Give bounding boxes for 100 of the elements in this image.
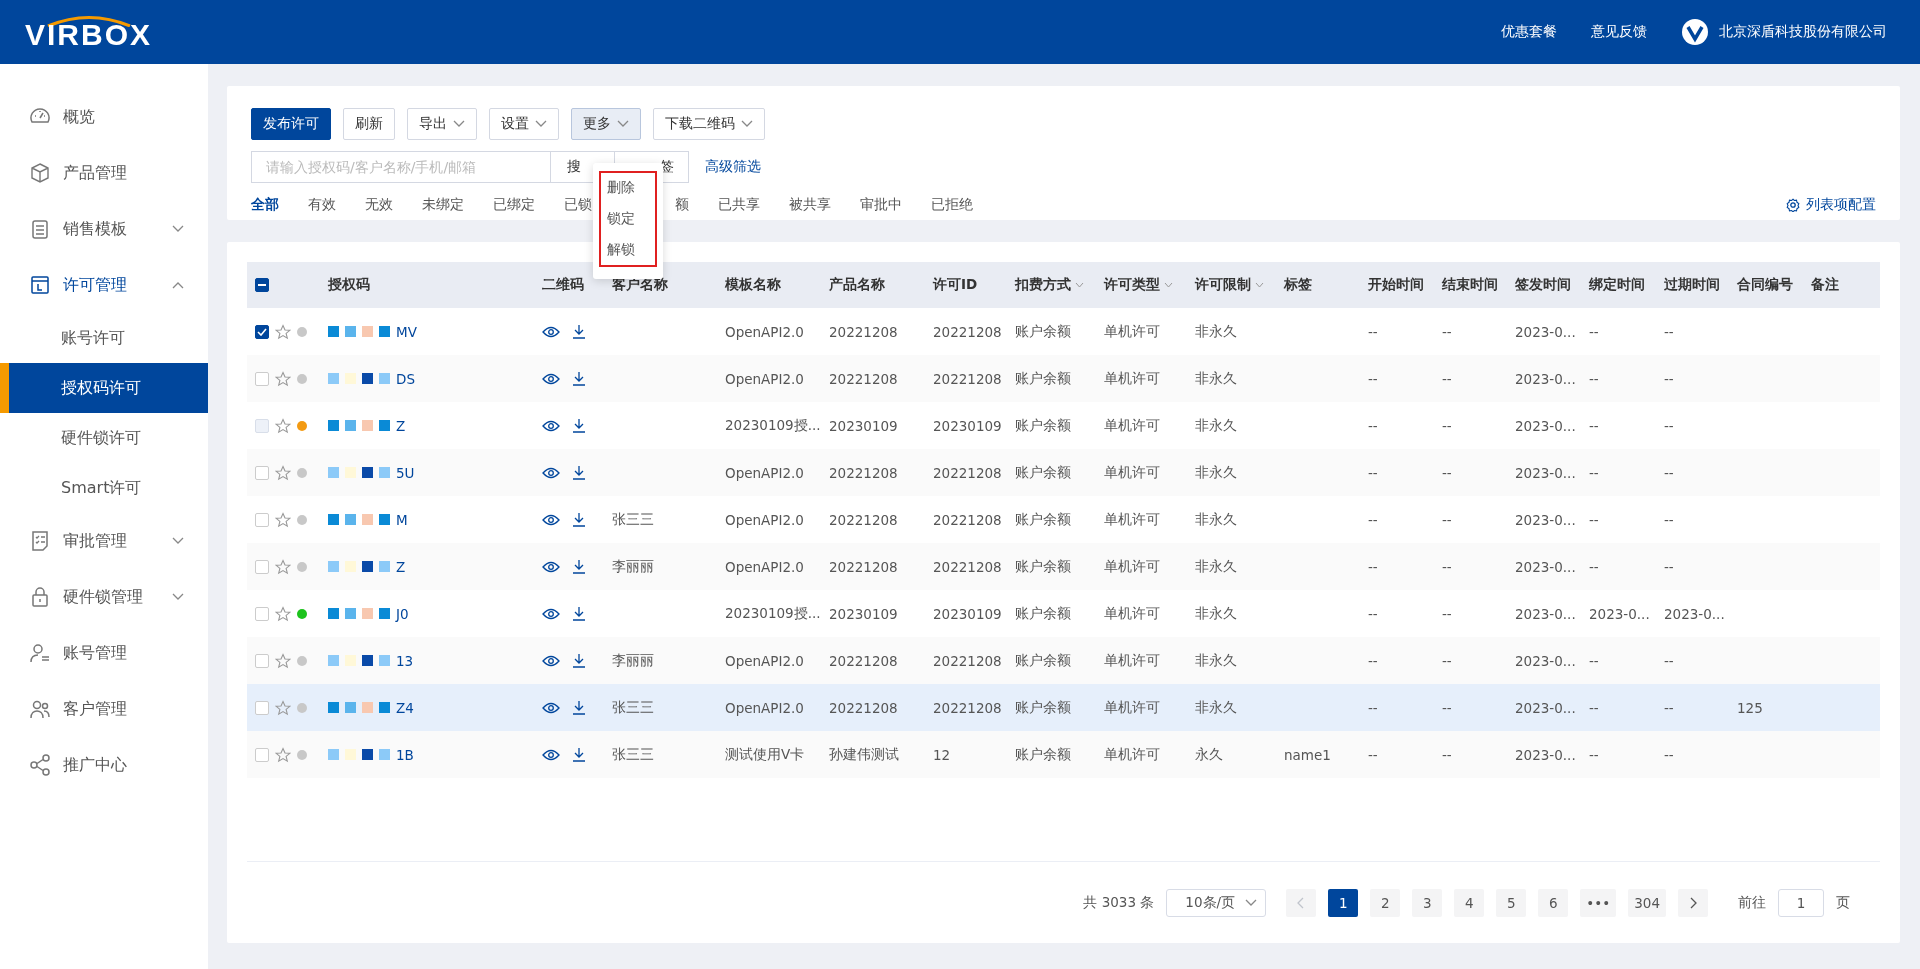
- table-cell: --: [1664, 370, 1674, 387]
- table-cell: 单机许可: [1104, 510, 1160, 529]
- table-cell: 20221208: [829, 699, 898, 716]
- column-header: 签发时间: [1515, 276, 1571, 294]
- table-cell: 单机许可: [1104, 369, 1160, 388]
- table-cell: 20230109: [933, 605, 1002, 622]
- table-cell: 账户余额: [1015, 604, 1071, 623]
- table-cell: --: [1368, 417, 1378, 434]
- column-header: 二维码: [542, 276, 584, 294]
- column-header: 绑定时间: [1589, 276, 1645, 294]
- table-cell: 20221208: [829, 464, 898, 481]
- table-cell: OpenAPI2.0: [725, 323, 804, 340]
- table-cell: --: [1442, 417, 1452, 434]
- table-cell: --: [1368, 370, 1378, 387]
- total-count: 共 3033 条: [1083, 893, 1155, 912]
- table-cell: 20221208: [933, 323, 1002, 340]
- table-cell: 12: [933, 746, 951, 763]
- table-cell: 非永久: [1195, 698, 1237, 717]
- column-header: 过期时间: [1664, 276, 1720, 294]
- table-cell: 20221208: [933, 699, 1002, 716]
- table-cell: OpenAPI2.0: [725, 652, 804, 669]
- table-cell: 单机许可: [1104, 651, 1160, 670]
- table-cell: OpenAPI2.0: [725, 370, 804, 387]
- table-cell: --: [1589, 464, 1599, 481]
- table-cell: --: [1442, 370, 1452, 387]
- table-cell: 2023-0...: [1515, 652, 1576, 669]
- table-cell: 2023-0...: [1515, 511, 1576, 528]
- table-cell: 非永久: [1195, 604, 1237, 623]
- table-cell: OpenAPI2.0: [725, 699, 804, 716]
- table-cell: 非永久: [1195, 651, 1237, 670]
- table-cell: 张三三: [612, 698, 654, 717]
- table-cell: --: [1442, 511, 1452, 528]
- table-cell: --: [1589, 652, 1599, 669]
- column-header: 授权码: [328, 276, 370, 294]
- table-cell: 账户余额: [1015, 745, 1071, 764]
- table-cell: 20221208: [829, 323, 898, 340]
- table-cell: --: [1664, 323, 1674, 340]
- table-cell: 账户余额: [1015, 698, 1071, 717]
- table-cell: --: [1589, 417, 1599, 434]
- table-cell: 125: [1737, 699, 1763, 716]
- page-suffix: 页: [1836, 893, 1850, 912]
- table-cell: --: [1589, 511, 1599, 528]
- table-cell: 20221208: [933, 464, 1002, 481]
- table-cell: 单机许可: [1104, 322, 1160, 341]
- table-cell: 非永久: [1195, 510, 1237, 529]
- table-cell: 账户余额: [1015, 369, 1071, 388]
- table-cell: OpenAPI2.0: [725, 558, 804, 575]
- table-cell: 非永久: [1195, 369, 1237, 388]
- table-cell: --: [1368, 605, 1378, 622]
- table-cell: 20230109授...: [725, 416, 821, 435]
- table-cell: 20221208: [829, 511, 898, 528]
- table-cell: 非永久: [1195, 416, 1237, 435]
- table-cell: 账户余额: [1015, 651, 1071, 670]
- table-cell: --: [1442, 464, 1452, 481]
- table-cell: --: [1442, 652, 1452, 669]
- table-cell: OpenAPI2.0: [725, 464, 804, 481]
- table-cell: 2023-0...: [1515, 370, 1576, 387]
- table-cell: 2023-0...: [1515, 417, 1576, 434]
- table-cell: 单机许可: [1104, 745, 1160, 764]
- table-cell: --: [1664, 746, 1674, 763]
- table-cell: 单机许可: [1104, 463, 1160, 482]
- table-cell: --: [1368, 652, 1378, 669]
- goto-label: 前往: [1738, 893, 1766, 912]
- table-cell: 20230109: [933, 417, 1002, 434]
- table-cell: 2023-0...: [1515, 323, 1576, 340]
- table-cell: --: [1442, 746, 1452, 763]
- table-cell: --: [1442, 558, 1452, 575]
- table-cell: 2023-0...: [1515, 558, 1576, 575]
- table-cell: --: [1664, 652, 1674, 669]
- table-cell: --: [1368, 511, 1378, 528]
- table-cell: 孙建伟测试: [829, 745, 899, 764]
- table-cell: --: [1442, 323, 1452, 340]
- table-cell: 单机许可: [1104, 604, 1160, 623]
- table-cell: 非永久: [1195, 463, 1237, 482]
- table-cell: 李丽丽: [612, 651, 654, 670]
- table-cell: 账户余额: [1015, 322, 1071, 341]
- table-cell: --: [1368, 746, 1378, 763]
- table-cell: --: [1589, 370, 1599, 387]
- table-cell: 2023-0...: [1589, 605, 1650, 622]
- table-cell: --: [1368, 558, 1378, 575]
- table-cell: 永久: [1195, 745, 1223, 764]
- table-cell: --: [1368, 699, 1378, 716]
- table-cell: 2023-0...: [1515, 605, 1576, 622]
- table-cell: 账户余额: [1015, 416, 1071, 435]
- table-cell: 测试使用V卡: [725, 745, 805, 764]
- table-cell: 20221208: [829, 558, 898, 575]
- column-header: 结束时间: [1442, 276, 1498, 294]
- table-cell: --: [1589, 746, 1599, 763]
- table-cell: 2023-0...: [1515, 464, 1576, 481]
- column-header: 许可ID: [933, 276, 978, 294]
- table-cell: 单机许可: [1104, 698, 1160, 717]
- table-cell: 账户余额: [1015, 510, 1071, 529]
- column-header: 开始时间: [1368, 276, 1424, 294]
- table-cell: 账户余额: [1015, 463, 1071, 482]
- table-cell: 20221208: [829, 370, 898, 387]
- table-cell: 非永久: [1195, 322, 1237, 341]
- table-cell: 非永久: [1195, 557, 1237, 576]
- table-cell: 单机许可: [1104, 557, 1160, 576]
- table-cell: 李丽丽: [612, 557, 654, 576]
- column-header: 备注: [1811, 276, 1839, 294]
